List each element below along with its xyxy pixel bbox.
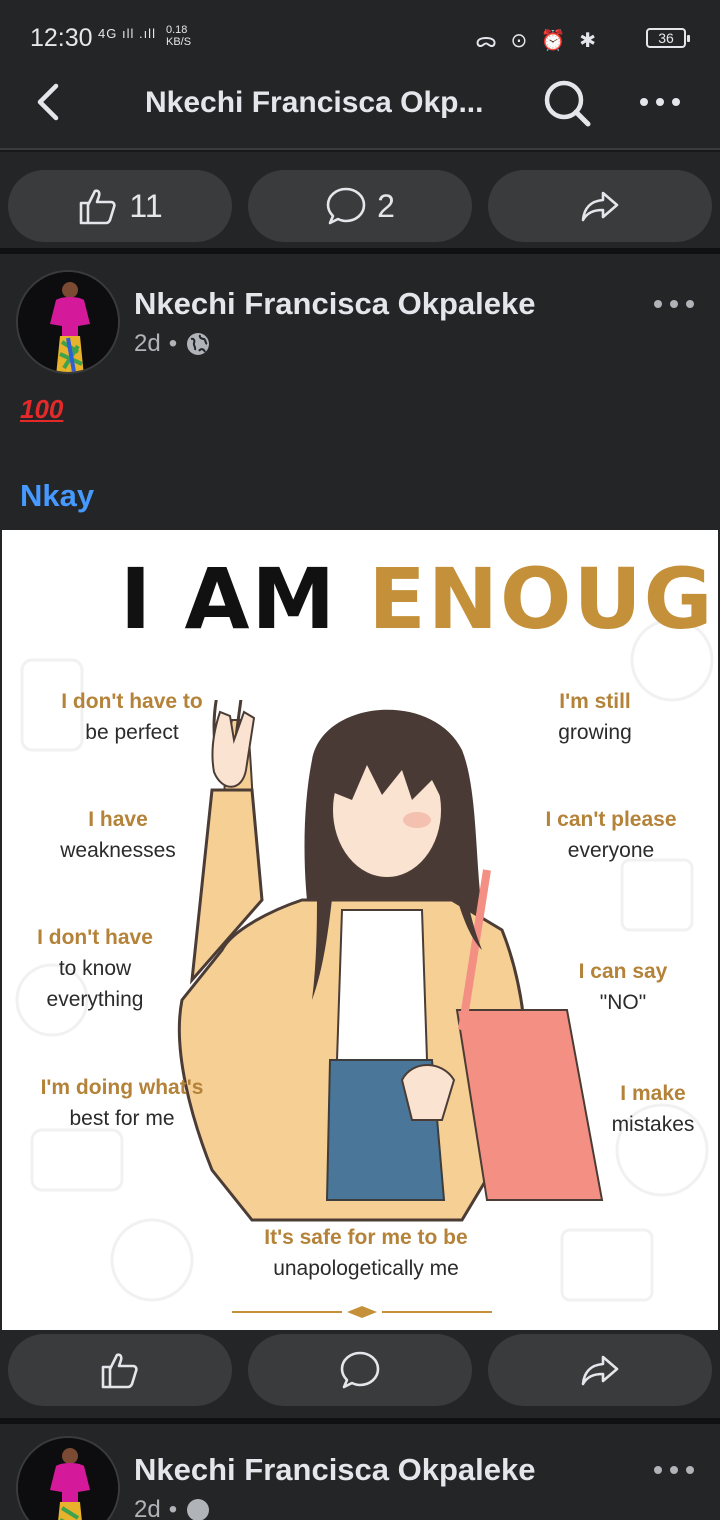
hundred-points-emoji: 100 [20, 394, 64, 424]
author-photo [18, 272, 118, 372]
globe-icon [187, 1499, 210, 1520]
affirmation-3-text-2: everything [46, 988, 144, 1011]
chevron-left-icon [37, 83, 59, 121]
affirmation-4-highlight: I'm doing what's [40, 1076, 204, 1099]
post-time[interactable]: 2d [134, 1496, 161, 1520]
affirmation-8-text: mistakes [611, 1113, 695, 1136]
affirmation-1: I don't have to be perfect [32, 686, 232, 748]
more-button[interactable] [636, 82, 684, 122]
post-more-button[interactable] [652, 290, 696, 324]
image-title-part1: I AM [120, 550, 338, 648]
battery-icon: 36 [646, 28, 690, 48]
post-meta: 2d • [134, 330, 211, 358]
globe-icon [187, 333, 210, 355]
search-button[interactable] [542, 78, 592, 128]
nav-bar: Nkechi Francisca Okp... [0, 72, 720, 150]
comment-button[interactable] [248, 1334, 472, 1406]
search-icon [544, 80, 591, 127]
affirmation-1-text: be perfect [85, 721, 179, 744]
affirmation-9-text: unapologetically me [273, 1257, 459, 1280]
post-tag-link[interactable]: Nkay [20, 478, 94, 514]
affirmation-4: I'm doing what's best for me [22, 1072, 222, 1134]
status-icons: ᯅ ⊙ ⏰ ✱ [475, 30, 600, 52]
author-photo [18, 1438, 118, 1520]
affirmation-2: I have weaknesses [18, 804, 218, 866]
share-button[interactable] [488, 1334, 712, 1406]
post-time[interactable]: 2d [134, 330, 161, 358]
network-signal-icon: 4G ıll .ıll [98, 26, 156, 41]
post-author[interactable]: Nkechi Francisca Okpaleke [134, 286, 536, 322]
affirmation-9-highlight: It's safe for me to be [264, 1226, 468, 1249]
affirmation-7-highlight: I can say [578, 960, 668, 983]
post-image[interactable]: I AM ENOUGH I don't have to [2, 530, 718, 1330]
more-horizontal-icon [654, 300, 694, 308]
share-icon [581, 1355, 619, 1386]
image-title-part2: ENOUGH [368, 550, 718, 648]
affirmation-4-text: best for me [69, 1107, 175, 1130]
avatar[interactable] [16, 1436, 120, 1520]
affirmation-2-text: weaknesses [60, 839, 176, 862]
ornament-divider [232, 1306, 492, 1318]
affirmation-7: I can say "NO" [558, 956, 688, 1018]
post-author[interactable]: Nkechi Francisca Okpaleke [134, 1452, 536, 1488]
previous-post-actions: 11 2 [0, 152, 720, 248]
status-time: 12:30 [30, 24, 93, 52]
thumbs-up-icon [101, 1353, 138, 1389]
affirmation-3: I don't have to know everything [12, 922, 178, 1015]
like-count: 11 [129, 187, 163, 224]
network-speed: 0.18 KB/S [166, 24, 191, 48]
affirmation-6-text: everyone [567, 839, 655, 862]
affirmation-8-highlight: I make [620, 1082, 686, 1105]
comment-count: 2 [377, 187, 395, 224]
affirmation-5-text: growing [558, 721, 632, 744]
next-post: Nkechi Francisca Okpaleke 2d • [0, 1424, 720, 1520]
affirmation-5: I'm still growing [522, 686, 668, 748]
meta-separator: • [168, 330, 178, 357]
comment-icon [340, 1351, 380, 1389]
meta-separator: • [168, 1496, 178, 1520]
affirmation-3-highlight: I don't have [37, 926, 153, 949]
thumbs-up-icon [80, 189, 117, 225]
like-button[interactable] [8, 1334, 232, 1406]
post-actions [0, 1330, 720, 1418]
status-bar: 12:30 4G ıll .ıll 0.18 KB/S ᯅ ⊙ ⏰ ✱ 36 [0, 0, 720, 72]
network-speed-value: 0.18 [166, 24, 188, 36]
affirmation-2-highlight: I have [88, 808, 148, 831]
network-speed-unit: KB/S [166, 36, 192, 48]
page-title: Nkechi Francisca Okp... [145, 86, 484, 119]
affirmation-8: I make mistakes [598, 1078, 708, 1140]
comment-button[interactable]: 2 [248, 170, 472, 242]
comment-icon [326, 187, 366, 225]
affirmation-7-text: "NO" [599, 991, 647, 1014]
affirmation-6-highlight: I can't please [545, 808, 677, 831]
affirmation-9: It's safe for me to be unapologetically … [216, 1222, 516, 1284]
avatar[interactable] [16, 270, 120, 374]
girl-illustration [177, 700, 604, 1222]
more-horizontal-icon [654, 1466, 694, 1474]
post-more-button[interactable] [652, 1456, 696, 1490]
share-button[interactable] [488, 170, 712, 242]
more-horizontal-icon [640, 98, 680, 106]
image-title: I AM ENOUGH [120, 550, 718, 648]
affirmation-5-highlight: I'm still [559, 690, 631, 713]
like-button[interactable]: 11 [8, 170, 232, 242]
affirmation-1-highlight: I don't have to [61, 690, 203, 713]
affirmation-6: I can't please everyone [518, 804, 704, 866]
affirmation-3-text-1: to know [58, 957, 132, 980]
back-button[interactable] [28, 80, 72, 124]
share-icon [581, 191, 619, 222]
post-meta: 2d • [134, 1496, 211, 1520]
